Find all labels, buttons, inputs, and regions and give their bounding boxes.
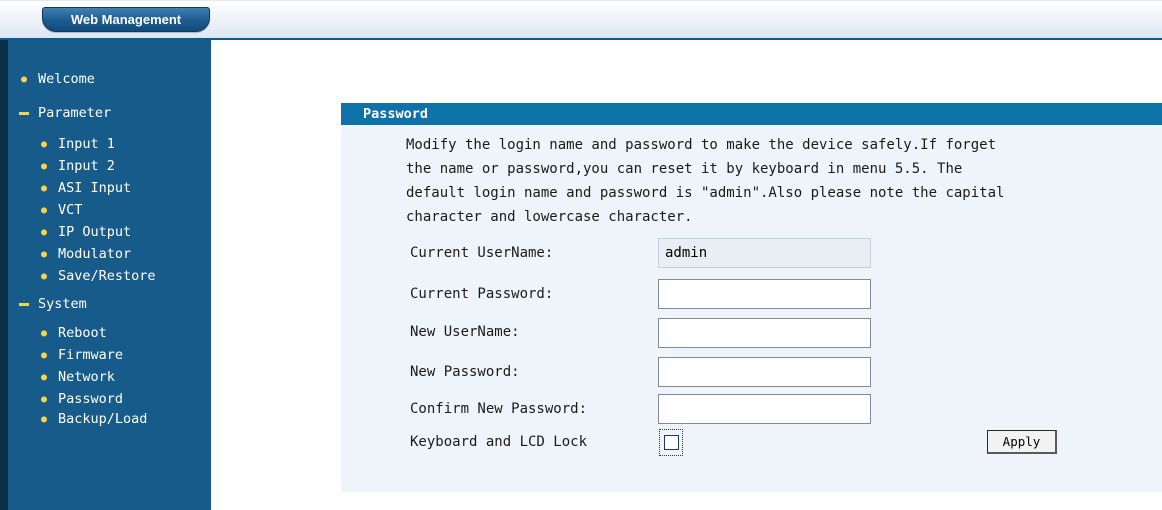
sidebar-item-label: Firmware	[58, 347, 124, 363]
sidebar-section-label: Parameter	[38, 105, 112, 121]
sidebar-item-label: Welcome	[38, 71, 95, 87]
bullet-icon: ●	[40, 371, 48, 383]
sidebar-item-label: Reboot	[58, 325, 107, 341]
current-username-label: Current UserName:	[410, 245, 554, 261]
collapse-icon	[19, 302, 29, 306]
sidebar-item-input-2[interactable]: ● Input 2	[39, 158, 115, 174]
bullet-icon: ●	[40, 413, 48, 425]
bullet-icon: ●	[40, 138, 48, 150]
sidebar-item-modulator[interactable]: ● Modulator	[39, 246, 131, 262]
sidebar-item-welcome[interactable]: ● Welcome	[19, 71, 95, 87]
sidebar-item-firmware[interactable]: ● Firmware	[39, 347, 123, 363]
bullet-icon: ●	[40, 160, 48, 172]
sidebar-item-save-restore[interactable]: ● Save/Restore	[39, 268, 156, 284]
bullet-icon: ●	[40, 182, 48, 194]
current-username-field	[658, 238, 871, 268]
sidebar-item-label: Modulator	[58, 246, 132, 262]
lock-label: Keyboard and LCD Lock	[410, 434, 588, 450]
sidebar-item-label: VCT	[58, 202, 83, 218]
new-password-label: New Password:	[410, 364, 520, 380]
new-username-label: New UserName:	[410, 324, 520, 340]
brand-tab[interactable]: Web Management	[42, 7, 210, 32]
checkbox-box	[663, 435, 679, 450]
sidebar-item-vct[interactable]: ● VCT	[39, 202, 82, 218]
sidebar-item-asi-input[interactable]: ● ASI Input	[39, 180, 131, 196]
sidebar-item-label: Input 1	[58, 136, 115, 152]
bullet-icon: ●	[40, 393, 48, 405]
current-password-field[interactable]	[658, 279, 871, 309]
sidebar-item-label: Input 2	[58, 158, 115, 174]
bullet-icon: ●	[40, 270, 48, 282]
sidebar-item-label: Password	[58, 391, 124, 407]
confirm-password-field[interactable]	[658, 394, 871, 424]
current-password-label: Current Password:	[410, 286, 554, 302]
bullet-icon: ●	[40, 349, 48, 361]
sidebar-item-network[interactable]: ● Network	[39, 369, 115, 385]
sidebar-item-backup-load[interactable]: ● Backup/Load	[39, 411, 147, 427]
sidebar-item-password[interactable]: ● Password	[39, 391, 123, 407]
bullet-icon: ●	[40, 248, 48, 260]
sidebar-section-system[interactable]: System	[19, 296, 87, 312]
apply-button[interactable]: Apply	[987, 430, 1057, 454]
panel-title: Password	[341, 103, 1162, 125]
sidebar-item-label: ASI Input	[58, 180, 132, 196]
collapse-icon	[19, 111, 29, 115]
sidebar-item-label: Backup/Load	[58, 411, 148, 427]
sidebar-item-input-1[interactable]: ● Input 1	[39, 136, 115, 152]
sidebar-section-parameter[interactable]: Parameter	[19, 105, 111, 121]
sidebar-item-label: IP Output	[58, 224, 132, 240]
sidebar-item-reboot[interactable]: ● Reboot	[39, 325, 107, 341]
confirm-password-label: Confirm New Password:	[410, 401, 588, 417]
sidebar-item-label: Save/Restore	[58, 268, 156, 284]
new-username-field[interactable]	[658, 318, 871, 348]
brand-label: Web Management	[70, 12, 182, 27]
bullet-icon: ●	[40, 327, 48, 339]
sidebar-item-label: Network	[58, 369, 115, 385]
bullet-icon: ●	[40, 204, 48, 216]
bullet-icon: ●	[40, 226, 48, 238]
sidebar-section-label: System	[38, 296, 87, 312]
bullet-icon: ●	[20, 73, 28, 85]
lock-checkbox[interactable]	[659, 429, 683, 456]
sidebar-item-ip-output[interactable]: ● IP Output	[39, 224, 131, 240]
new-password-field[interactable]	[658, 357, 871, 387]
panel-description: Modify the login name and password to ma…	[406, 137, 1005, 225]
